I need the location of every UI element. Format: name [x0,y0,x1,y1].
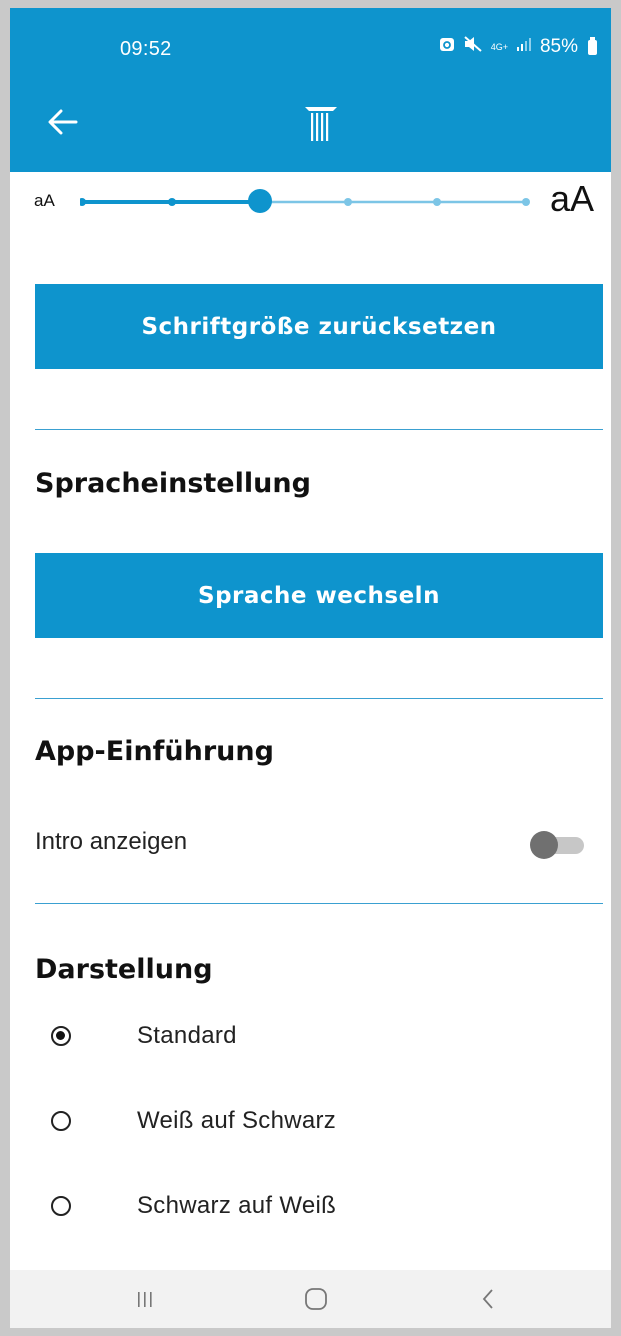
pillar-logo-icon [303,104,339,144]
recycle-notification-icon [439,36,455,58]
home-button[interactable] [281,1270,351,1328]
display-option-label: Schwarz auf Weiß [137,1192,337,1219]
app-intro-heading: App-Einführung [35,736,274,767]
display-option-black-on-white[interactable]: Schwarz auf Weiß [35,1176,603,1236]
divider [35,698,603,699]
recents-icon [138,1292,152,1307]
slider-step-6 [522,198,530,206]
slider-step-5 [433,198,441,206]
reset-font-size-button[interactable]: Schriftgröße zurücksetzen [35,284,603,369]
back-button[interactable] [44,104,80,140]
font-size-slider-row: aA aA [10,172,611,242]
display-option-label: Standard [137,1022,237,1049]
font-size-small-label: aA [34,191,55,210]
signal-icon [516,36,532,58]
home-icon [305,1288,327,1310]
status-icons: 4G+ 85% [439,36,597,58]
radio-unchecked-icon [51,1196,71,1216]
radio-unchecked-icon [51,1111,71,1131]
show-intro-label: Intro anzeigen [35,828,188,855]
font-size-slider[interactable] [78,189,530,213]
arrow-left-icon [48,109,78,135]
battery-icon [588,36,597,55]
divider [35,429,603,430]
battery-percent: 85% [539,36,578,57]
change-language-button[interactable]: Sprache wechseln [35,553,603,638]
font-size-large-label: aA [550,178,595,219]
slider-step-1 [78,198,86,206]
status-time: 09:52 [120,38,172,60]
system-nav-bar [10,1270,611,1328]
recents-button[interactable] [110,1270,180,1328]
display-option-standard[interactable]: Standard [35,1006,603,1066]
network-type-icon: 4G+ [490,41,508,52]
back-chevron-icon [482,1289,493,1309]
divider [35,903,603,904]
language-heading: Spracheinstellung [35,468,311,499]
radio-checked-icon [51,1026,71,1046]
nav-back-button[interactable] [454,1270,524,1328]
display-option-label: Weiß auf Schwarz [137,1107,337,1134]
app-bar: 09:52 4G+ 85% [10,8,611,172]
slider-step-2 [168,198,176,206]
mute-icon [463,36,483,58]
slider-thumb[interactable] [248,189,272,213]
display-heading: Darstellung [35,954,213,985]
display-option-white-on-black[interactable]: Weiß auf Schwarz [35,1091,603,1151]
slider-step-4 [344,198,352,206]
toggle-thumb [530,831,558,859]
settings-screen: 09:52 4G+ 85% aA aA Schriftgröße zurücks… [10,8,611,1328]
show-intro-toggle[interactable] [530,830,584,860]
